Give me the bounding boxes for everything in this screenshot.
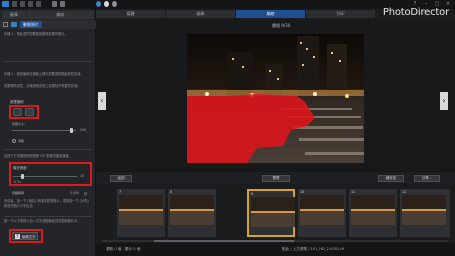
save-label: 儲存至 (385, 176, 397, 180)
file-menu-icon[interactable] (12, 1, 17, 7)
left-tab-library[interactable]: 圖庫 (2, 11, 26, 19)
chevron-left-icon[interactable]: ‹ (98, 92, 106, 110)
speed-label: 播放速度： (13, 166, 30, 170)
duration-label: 持續時間 (12, 191, 25, 195)
module-tabs: 媒體 圖庫 編修 列印 (96, 10, 376, 18)
frame-number: 7 (119, 190, 122, 194)
speed-knob[interactable] (21, 174, 24, 179)
left-panel: 圖庫 編修 動態照片 步驟 1：按此選擇您要套用動態效果的照片。 步驟 2：使用… (0, 9, 96, 256)
redo-icon[interactable] (60, 1, 65, 7)
preview-button[interactable]: 預覽 (262, 175, 290, 182)
edit-text-button[interactable]: T 編輯文字 (12, 232, 38, 240)
step5-text: 按一下以下按鈕以加入文字或圖像到您的動態照片中。 (4, 219, 81, 223)
frame-number: 12 (402, 190, 407, 194)
notification-icon[interactable] (112, 1, 117, 7)
frame-thumbnail (119, 195, 163, 225)
back-label: 返回 (117, 176, 125, 180)
divider (4, 61, 92, 62)
film-frame[interactable]: 8 (168, 189, 216, 237)
brush-size-label: 筆刷大小： (12, 122, 28, 126)
night-street-photo (187, 34, 364, 163)
view-menu-icon[interactable] (28, 1, 33, 7)
help-menu-icon[interactable] (36, 1, 41, 7)
status-bar: 選取 0 個 - 顯示 0 個 點此 / 上方預覽 / 101_HD_2-000… (96, 243, 455, 256)
filmstrip-scroll-thumb[interactable] (154, 240, 294, 242)
tab-print[interactable]: 列印 (306, 10, 375, 18)
panel-title: 動態照片 (20, 21, 42, 28)
clear-radio[interactable] (12, 139, 16, 143)
tab-edit[interactable]: 編修 (236, 10, 305, 18)
share-label: 分享... (421, 176, 433, 180)
compare-icon[interactable] (96, 1, 101, 7)
frame-thumbnail (170, 195, 214, 225)
brush-size-value: 200 (80, 128, 87, 132)
frame-number: 8 (170, 190, 173, 194)
clear-label: 清除 (18, 139, 25, 143)
divider (4, 149, 92, 150)
step3-text: 請按下方的播放按鈕預覽 GIF 動畫的播放速度。 (4, 154, 72, 158)
file-status: 點此 / 上方預覽 / 101_HD_2-0001.tif (282, 247, 345, 251)
frame-thumbnail (251, 197, 295, 227)
back-button[interactable]: 返回 (110, 175, 132, 182)
speed-max: 10 (80, 174, 85, 178)
left-tab-edit[interactable]: 編修 (26, 11, 94, 19)
chevron-right-icon[interactable]: › (440, 92, 448, 110)
step2-text: 步驟 2：使用筆刷在畫面上標示您要讓其動起來的區域。 (4, 72, 84, 76)
frame-number: 10 (300, 190, 305, 194)
edit-menu-icon[interactable] (20, 1, 25, 7)
undo-icon[interactable] (52, 1, 57, 7)
step4-text: 完成後，按一下 [儲存] 來儲存動態照片，或是按一下 [分享] 將您的照片分享出… (4, 199, 89, 208)
brand-title: PhotoDirector (382, 7, 449, 18)
panel-toggle-checkbox[interactable] (3, 22, 8, 27)
step2-hint: 若要移除遮罩，請使用橡皮擦工具擦除不需要的區域。 (4, 84, 81, 88)
film-frame-selected[interactable]: 9 (247, 189, 295, 237)
film-frame[interactable]: 7 (117, 189, 165, 237)
film-frame[interactable]: 10 (298, 189, 346, 237)
tab-media[interactable]: 媒體 (96, 10, 165, 18)
film-frame[interactable]: 11 (349, 189, 397, 237)
left-panel-tabs: 圖庫 編修 (2, 11, 94, 19)
intro-text: 步驟 1：按此選擇您要套用動態效果的照片。 (4, 32, 68, 36)
selection-status: 選取 0 個 - 顯示 0 個 (106, 247, 141, 251)
brush-size-slider[interactable] (12, 130, 76, 131)
frame-counter: 畫格 9/30 (272, 23, 291, 28)
duration-unit: 秒 (84, 192, 88, 196)
frame-thumbnail (402, 195, 446, 225)
tab-library[interactable]: 圖庫 (166, 10, 235, 18)
eraser-button[interactable] (25, 108, 34, 116)
film-frame[interactable]: 12 (400, 189, 450, 237)
edit-text-label: 編輯文字 (22, 234, 36, 239)
frame-number: 11 (351, 190, 356, 194)
brush-size-knob[interactable] (70, 128, 73, 133)
brush-button[interactable] (13, 108, 22, 116)
preview-label: 預覽 (272, 176, 280, 180)
speed-min: 0.1x (14, 180, 21, 184)
brush-label: 遮罩筆刷 (10, 100, 24, 104)
app-logo-icon (2, 1, 9, 7)
animated-photo-icon (11, 22, 17, 27)
save-button[interactable]: 儲存至 (378, 175, 404, 182)
frame-thumbnail (300, 195, 344, 225)
main-photo[interactable] (187, 34, 364, 163)
text-tool-icon: T (15, 233, 20, 239)
frame-thumbnail (351, 195, 395, 225)
share-button[interactable]: 分享... (414, 175, 440, 182)
panel-header: 動態照片 (0, 20, 96, 29)
frame-number: 9 (251, 192, 254, 196)
settings-icon[interactable] (104, 1, 109, 7)
divider (4, 216, 92, 217)
duration-value[interactable]: 5.000 (70, 191, 79, 195)
